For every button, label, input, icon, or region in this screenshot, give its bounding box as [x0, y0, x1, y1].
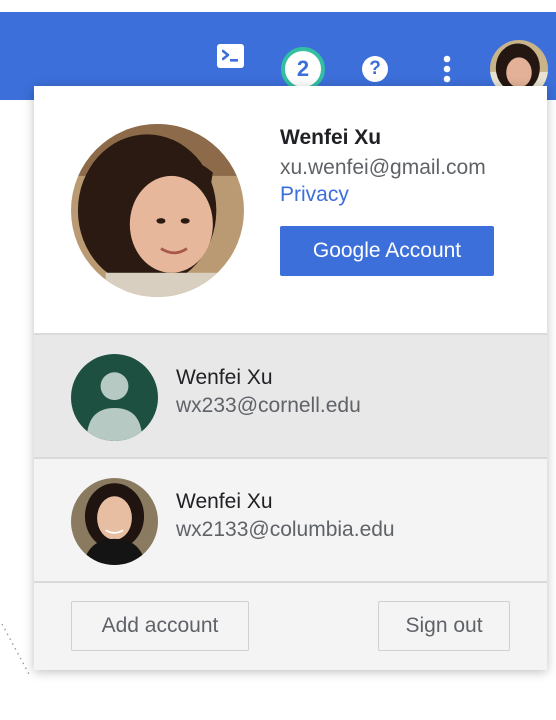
account-row-columbia[interactable]: Wenfei Xu wx2133@columbia.edu	[34, 459, 547, 581]
default-person-avatar-icon	[71, 354, 158, 441]
account-avatar	[71, 478, 158, 565]
account-name: Wenfei Xu	[176, 490, 273, 513]
account-email: wx2133@columbia.edu	[176, 518, 395, 541]
account-email: wx233@cornell.edu	[176, 394, 361, 417]
more-vertical-icon[interactable]	[438, 55, 456, 83]
primary-account-email: xu.wenfei@gmail.com	[280, 156, 486, 179]
notifications-badge[interactable]: 2	[281, 47, 325, 91]
sign-out-button[interactable]: Sign out	[378, 601, 510, 651]
primary-account-section: Wenfei Xu xu.wenfei@gmail.com Privacy Go…	[34, 86, 547, 333]
privacy-link[interactable]: Privacy	[280, 183, 349, 207]
add-account-button[interactable]: Add account	[71, 601, 249, 651]
account-avatar	[71, 354, 158, 441]
divider	[34, 581, 547, 583]
more-dots	[443, 55, 451, 83]
primary-account-name: Wenfei Xu	[280, 126, 382, 149]
account-name: Wenfei Xu	[176, 366, 273, 389]
dotted-decoration	[1, 623, 31, 677]
primary-avatar[interactable]	[71, 124, 244, 297]
terminal-glyph	[222, 49, 238, 62]
help-icon[interactable]: ?	[362, 56, 388, 82]
primary-photo-icon	[71, 124, 244, 297]
terminal-icon[interactable]	[217, 44, 244, 68]
photo-avatar-icon	[71, 478, 158, 565]
google-account-button[interactable]: Google Account	[280, 226, 494, 276]
account-menu-card: Wenfei Xu xu.wenfei@gmail.com Privacy Go…	[34, 86, 547, 670]
account-row-cornell[interactable]: Wenfei Xu wx233@cornell.edu	[34, 335, 547, 457]
